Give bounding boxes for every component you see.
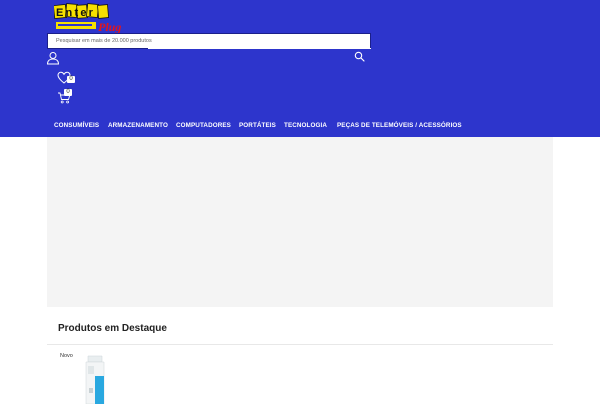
search-input[interactable]	[48, 34, 370, 48]
section-divider	[47, 344, 553, 345]
hero-banner[interactable]	[47, 137, 553, 307]
logo-text-bottom: Plug	[98, 20, 121, 33]
nav-item-consumiveis[interactable]: CONSUMÍVEIS	[54, 122, 99, 129]
cart-button[interactable]: 0	[57, 89, 79, 105]
logo-text-top: Enter	[56, 7, 95, 19]
search-icon[interactable]	[353, 50, 367, 64]
product-image[interactable]	[82, 354, 108, 404]
wishlist-button[interactable]: 0	[57, 71, 79, 87]
cart-count-badge: 0	[64, 89, 72, 96]
product-card[interactable]: Novo	[56, 350, 136, 404]
wishlist-count-badge: 0	[67, 76, 75, 83]
site-logo[interactable]: Enter Plug	[54, 3, 140, 33]
search-box	[47, 33, 371, 49]
search-underline	[148, 48, 371, 49]
new-badge: Novo	[60, 353, 73, 359]
nav-item-pecas-telemoveis[interactable]: PEÇAS DE TELEMÓVEIS / ACESSÓRIOS	[337, 122, 462, 129]
nav-item-portateis[interactable]: PORTÁTEIS	[239, 122, 276, 129]
site-header: Enter Plug 0 0 CONSUMÍVEIS ARMAZENAMENTO…	[0, 0, 600, 137]
nav-item-armazenamento[interactable]: ARMAZENAMENTO	[108, 122, 168, 129]
main-nav: CONSUMÍVEIS ARMAZENAMENTO COMPUTADORES P…	[0, 119, 600, 135]
nav-item-tecnologia[interactable]: TECNOLOGIA	[284, 122, 327, 129]
nav-item-computadores[interactable]: COMPUTADORES	[176, 122, 231, 129]
user-account-icon[interactable]	[46, 51, 60, 65]
featured-section-title: Produtos em Destaque	[58, 323, 167, 334]
